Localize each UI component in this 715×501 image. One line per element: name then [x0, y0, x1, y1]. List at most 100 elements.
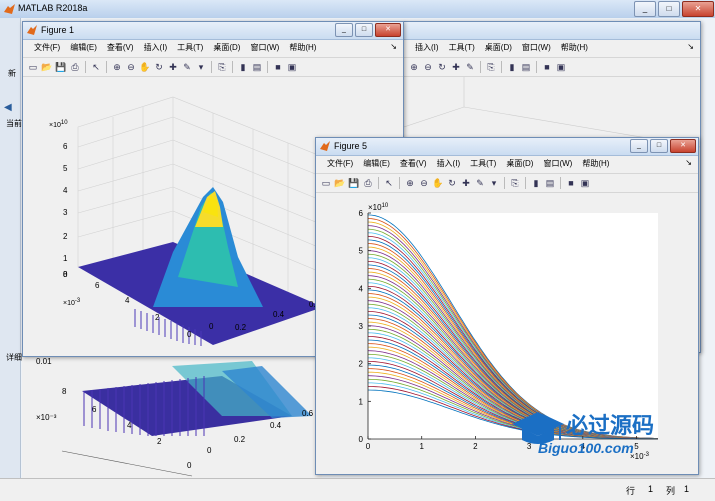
figure5-close-button[interactable]: ✕	[670, 139, 696, 153]
brush-icon[interactable]: ✎	[474, 177, 486, 189]
figure5-menu-desktop[interactable]: 桌面(D)	[501, 157, 538, 171]
zoom-out-icon[interactable]: ⊖	[422, 61, 434, 73]
save-icon[interactable]: 💾	[55, 61, 67, 73]
behind-menu-insert[interactable]: 插入(I)	[410, 41, 444, 55]
datacursor-icon[interactable]: ✚	[450, 61, 462, 73]
maximize-button[interactable]: □	[658, 1, 680, 17]
link-icon[interactable]: ⎘	[216, 61, 228, 73]
figure1-menu-file[interactable]: 文件(F)	[29, 41, 65, 55]
figure1-minimize-button[interactable]: _	[335, 23, 353, 37]
behind-menu-desktop[interactable]: 桌面(D)	[480, 41, 517, 55]
dropdown-arrow-icon[interactable]: ▾	[195, 61, 207, 73]
rotate-icon[interactable]: ↻	[153, 61, 165, 73]
print-icon[interactable]: ⎙	[362, 177, 374, 189]
zoom-in-icon[interactable]: ⊕	[408, 61, 420, 73]
new-figure-icon[interactable]: ▭	[27, 61, 39, 73]
open-file-icon[interactable]: 📂	[41, 61, 53, 73]
figure5-menu-tools[interactable]: 工具(T)	[465, 157, 501, 171]
hide-plot-tools-icon[interactable]: ■	[272, 61, 284, 73]
colorbar-icon[interactable]: ▮	[506, 61, 518, 73]
figure1-close-button[interactable]: ✕	[375, 23, 401, 37]
zoom-in-icon[interactable]: ⊕	[404, 177, 416, 189]
zoom-in-icon[interactable]: ⊕	[111, 61, 123, 73]
figure5-maximize-button[interactable]: □	[650, 139, 668, 153]
fig1-y-tick-8: 8	[63, 270, 68, 279]
figure1-menu-desktop[interactable]: 桌面(D)	[208, 41, 245, 55]
pointer-icon[interactable]: ↖	[90, 61, 102, 73]
figure1-menu-edit[interactable]: 编辑(E)	[65, 41, 102, 55]
y-tick-label: 3	[359, 322, 364, 331]
bg-z-tick-top: 0.01	[36, 357, 52, 366]
rotate-icon[interactable]: ↻	[436, 61, 448, 73]
bg-y-exponent: ×10⁻³	[36, 413, 57, 422]
figure5-title-bar: Figure 5 _ □ ✕	[316, 138, 698, 156]
behind-menu-tools[interactable]: 工具(T)	[444, 41, 480, 55]
brush-icon[interactable]: ✎	[464, 61, 476, 73]
print-icon[interactable]: ⎙	[69, 61, 81, 73]
datacursor-icon[interactable]: ✚	[167, 61, 179, 73]
watermark: 必过源码 Biguo100.com	[508, 406, 693, 466]
figure1-menu-bar: 文件(F) 编辑(E) 查看(V) 插入(I) 工具(T) 桌面(D) 窗口(W…	[23, 41, 403, 55]
minimize-button[interactable]: _	[634, 1, 656, 17]
fig1-z-tick-3: 3	[63, 208, 68, 217]
figure1-menu-help[interactable]: 帮助(H)	[284, 41, 321, 55]
pan-icon[interactable]: ✋	[432, 177, 444, 189]
figure5-menu-help[interactable]: 帮助(H)	[577, 157, 614, 171]
new-figure-icon[interactable]: ▭	[320, 177, 332, 189]
back-arrow-icon[interactable]: ◀	[4, 102, 14, 113]
figure1-menu-view[interactable]: 查看(V)	[102, 41, 139, 55]
save-icon[interactable]: 💾	[348, 177, 360, 189]
watermark-cn: 必过源码	[566, 413, 655, 438]
behind-menu-bar: 插入(I) 工具(T) 桌面(D) 窗口(W) 帮助(H)	[404, 41, 700, 55]
left-label-current: 当前	[6, 119, 22, 128]
legend-icon[interactable]: ▤	[251, 61, 263, 73]
dropdown-arrow-icon[interactable]: ▾	[488, 177, 500, 189]
link-icon[interactable]: ⎘	[485, 61, 497, 73]
show-plot-tools-icon[interactable]: ▣	[286, 61, 298, 73]
figure5-menu-window[interactable]: 窗口(W)	[538, 157, 577, 171]
figure1-maximize-button[interactable]: □	[355, 23, 373, 37]
open-file-icon[interactable]: 📂	[334, 177, 346, 189]
pointer-icon[interactable]: ↖	[383, 177, 395, 189]
figure1-menu-tools[interactable]: 工具(T)	[172, 41, 208, 55]
figure1-menu-overflow-icon[interactable]: ↘	[390, 42, 397, 51]
figure5-menu-view[interactable]: 查看(V)	[395, 157, 432, 171]
figure5-menu-insert[interactable]: 插入(I)	[432, 157, 466, 171]
pan-icon[interactable]: ✋	[139, 61, 151, 73]
behind-menu-help[interactable]: 帮助(H)	[556, 41, 593, 55]
colorbar-icon[interactable]: ▮	[530, 177, 542, 189]
figure1-menu-window[interactable]: 窗口(W)	[245, 41, 284, 55]
figure5-menu-overflow-icon[interactable]: ↘	[685, 158, 692, 167]
colorbar-icon[interactable]: ▮	[237, 61, 249, 73]
left-label-new: 新	[8, 69, 16, 78]
figure5-minimize-button[interactable]: _	[630, 139, 648, 153]
figure1-toolbar: ▭ 📂 💾 ⎙ ↖ ⊕ ⊖ ✋ ↻ ✚ ✎ ▾ ⎘ ▮ ▤ ■ ▣	[23, 57, 403, 77]
zoom-out-icon[interactable]: ⊖	[125, 61, 137, 73]
brush-icon[interactable]: ✎	[181, 61, 193, 73]
bg-y-tick-4: 4	[127, 421, 132, 430]
show-plot-tools-icon[interactable]: ▣	[579, 177, 591, 189]
datacursor-icon[interactable]: ✚	[460, 177, 472, 189]
menu-overflow-icon[interactable]: ↘	[687, 42, 694, 51]
zoom-out-icon[interactable]: ⊖	[418, 177, 430, 189]
rotate-icon[interactable]: ↻	[446, 177, 458, 189]
figure5-title: Figure 5	[334, 141, 368, 151]
hide-plot-tools-icon[interactable]: ■	[565, 177, 577, 189]
figure5-menu-edit[interactable]: 编辑(E)	[358, 157, 395, 171]
behind-menu-window[interactable]: 窗口(W)	[517, 41, 556, 55]
behind-toolbar: ⊕ ⊖ ↻ ✚ ✎ ⎘ ▮ ▤ ■ ▣	[404, 57, 700, 77]
x-tick-label: 2	[473, 442, 478, 451]
hide-plot-tools-icon[interactable]: ■	[541, 61, 553, 73]
figure1-menu-insert[interactable]: 插入(I)	[139, 41, 173, 55]
figure5-menu-bar: 文件(F) 编辑(E) 查看(V) 插入(I) 工具(T) 桌面(D) 窗口(W…	[316, 157, 698, 171]
legend-icon[interactable]: ▤	[520, 61, 532, 73]
legend-icon[interactable]: ▤	[544, 177, 556, 189]
bg-x-tick-04: 0.4	[270, 421, 282, 430]
bg-y-tick-2: 2	[157, 437, 162, 446]
close-button[interactable]: ✕	[682, 1, 714, 17]
show-plot-tools-icon[interactable]: ▣	[555, 61, 567, 73]
left-label-detail: 详细	[6, 353, 22, 362]
figure5-menu-file[interactable]: 文件(F)	[322, 157, 358, 171]
link-icon[interactable]: ⎘	[509, 177, 521, 189]
matlab-logo-icon	[4, 4, 15, 14]
